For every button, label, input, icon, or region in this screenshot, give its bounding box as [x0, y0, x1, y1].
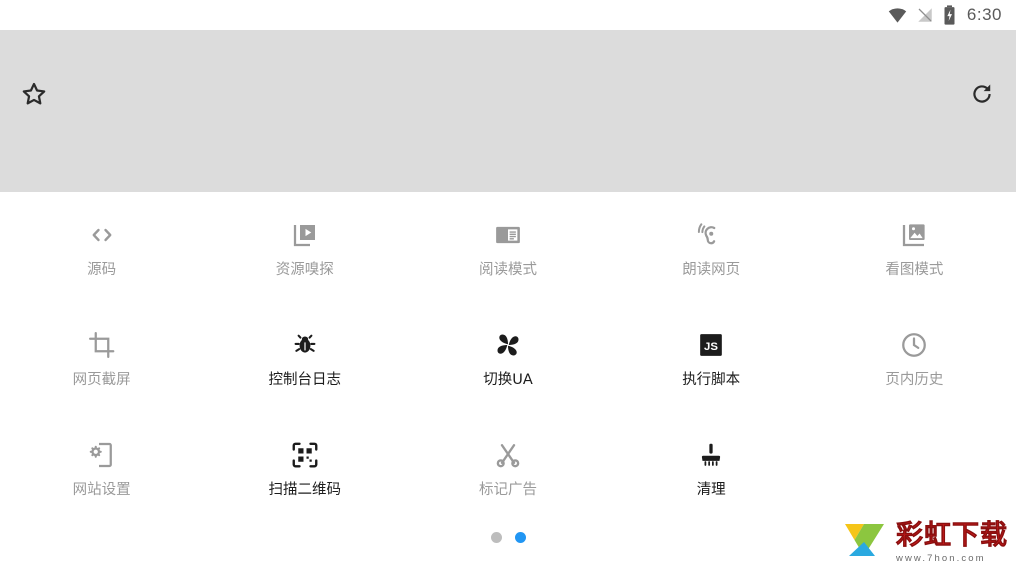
tools-grid: 源码 资源嗅探 阅读模式 朗读网页 看图模式 网页截屏 控制台日志 切换UA J… — [0, 192, 1016, 548]
grid-item-label: 源码 — [87, 262, 117, 278]
scissors-icon — [491, 438, 525, 472]
page-dot-1[interactable] — [490, 532, 502, 543]
grid-item-reading-mode[interactable]: 阅读模式 — [406, 218, 609, 328]
ear-listen-icon — [694, 218, 728, 252]
tools-grid-area: 源码 资源嗅探 阅读模式 朗读网页 看图模式 网页截屏 控制台日志 切换UA J… — [0, 192, 1016, 571]
pinwheel-icon — [491, 328, 525, 362]
js-badge-icon: JS — [694, 328, 728, 362]
bookmark-button[interactable] — [12, 74, 56, 118]
clock-icon — [897, 328, 931, 362]
signal-off-icon — [916, 6, 934, 24]
grid-item-image-mode[interactable]: 看图模式 — [813, 218, 1016, 328]
bug-icon — [288, 328, 322, 362]
star-outline-icon — [20, 80, 48, 113]
refresh-icon — [969, 81, 995, 112]
refresh-button[interactable] — [960, 74, 1004, 118]
grid-item-console-log[interactable]: 控制台日志 — [203, 328, 406, 438]
grid-item-label: 阅读模式 — [478, 262, 537, 278]
grid-item-label: 网页截屏 — [72, 372, 131, 388]
watermark-url: www.7hon.com — [896, 552, 986, 564]
grid-item-label: 控制台日志 — [268, 372, 342, 388]
image-photo-icon — [897, 218, 931, 252]
media-play-icon — [288, 218, 322, 252]
battery-charging-icon — [943, 5, 956, 25]
page-dot-2[interactable] — [514, 532, 526, 543]
crop-icon — [85, 328, 119, 362]
qr-scan-icon — [288, 438, 322, 472]
grid-item-label: 执行脚本 — [682, 372, 741, 388]
status-bar-clock: 6:30 — [966, 5, 1002, 24]
grid-item-read-aloud[interactable]: 朗读网页 — [610, 218, 813, 328]
grid-item-label: 资源嗅探 — [275, 262, 334, 278]
grid-item-page-screenshot[interactable]: 网页截屏 — [0, 328, 203, 438]
grid-item-label: 网站设置 — [72, 482, 131, 498]
grid-item-execute-script[interactable]: JS 执行脚本 — [610, 328, 813, 438]
grid-item-label: 朗读网页 — [682, 262, 741, 278]
grid-item-switch-ua[interactable]: 切换UA — [406, 328, 609, 438]
grid-item-label: 页内历史 — [885, 372, 944, 388]
grid-item-page-history[interactable]: 页内历史 — [813, 328, 1016, 438]
page-indicator — [0, 532, 1016, 543]
top-toolbar-panel — [0, 30, 1016, 192]
grid-item-label: 切换UA — [483, 372, 533, 388]
reading-mode-icon — [491, 218, 525, 252]
wifi-icon — [888, 6, 907, 25]
grid-item-label: 看图模式 — [885, 262, 944, 278]
grid-item-resource-sniffer[interactable]: 资源嗅探 — [203, 218, 406, 328]
svg-text:JS: JS — [704, 341, 718, 353]
empty-icon — [897, 438, 931, 472]
phone-gear-icon — [85, 438, 119, 472]
status-bar: 6:30 — [0, 0, 1016, 30]
grid-item-source-code[interactable]: 源码 — [0, 218, 203, 328]
grid-item-label: 标记广告 — [478, 482, 537, 498]
grid-item-label: 扫描二维码 — [268, 482, 342, 498]
grid-item-label: 清理 — [696, 482, 726, 498]
brush-icon — [694, 438, 728, 472]
code-brackets-icon — [85, 218, 119, 252]
